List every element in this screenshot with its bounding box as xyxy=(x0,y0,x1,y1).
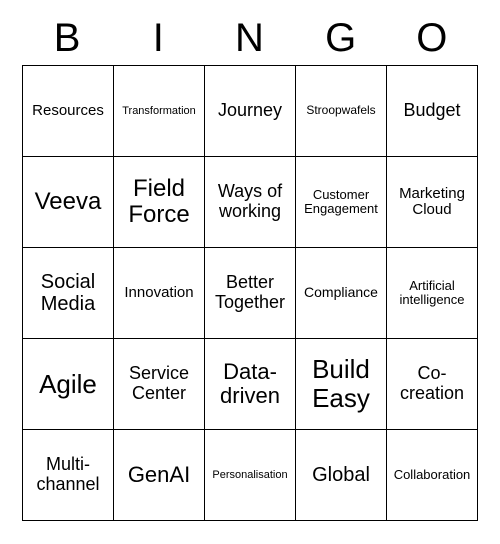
bingo-cell[interactable]: Innovation xyxy=(114,248,205,339)
bingo-cell[interactable]: Stroopwafels xyxy=(296,66,387,157)
bingo-cell[interactable]: Resources xyxy=(23,66,114,157)
bingo-cell[interactable]: Data-driven xyxy=(205,339,296,430)
bingo-cell[interactable]: Transformation xyxy=(114,66,205,157)
bingo-cell[interactable]: Compliance xyxy=(296,248,387,339)
bingo-cell[interactable]: Multi-channel xyxy=(23,430,114,521)
header-letter-i: I xyxy=(113,16,204,61)
bingo-cell[interactable]: Social Media xyxy=(23,248,114,339)
bingo-cell[interactable]: Ways of working xyxy=(205,157,296,248)
bingo-cell[interactable]: Global xyxy=(296,430,387,521)
bingo-cell[interactable]: Agile xyxy=(23,339,114,430)
bingo-grid: Resources Transformation Journey Stroopw… xyxy=(22,65,478,521)
bingo-cell[interactable]: Co-creation xyxy=(387,339,478,430)
bingo-cell[interactable]: Marketing Cloud xyxy=(387,157,478,248)
bingo-cell[interactable]: Service Center xyxy=(114,339,205,430)
header-letter-g: G xyxy=(296,16,387,61)
bingo-cell[interactable]: Personalisation xyxy=(205,430,296,521)
bingo-cell[interactable]: Field Force xyxy=(114,157,205,248)
bingo-cell[interactable]: Better Together xyxy=(205,248,296,339)
header-letter-o: O xyxy=(387,16,478,61)
bingo-header: B I N G O xyxy=(22,16,478,61)
bingo-cell[interactable]: Build Easy xyxy=(296,339,387,430)
bingo-cell[interactable]: Collaboration xyxy=(387,430,478,521)
bingo-cell[interactable]: GenAI xyxy=(114,430,205,521)
header-letter-b: B xyxy=(22,16,113,61)
header-letter-n: N xyxy=(204,16,295,61)
bingo-cell[interactable]: Journey xyxy=(205,66,296,157)
bingo-cell[interactable]: Artificial intelligence xyxy=(387,248,478,339)
bingo-cell[interactable]: Budget xyxy=(387,66,478,157)
bingo-cell[interactable]: Customer Engagement xyxy=(296,157,387,248)
bingo-cell[interactable]: Veeva xyxy=(23,157,114,248)
